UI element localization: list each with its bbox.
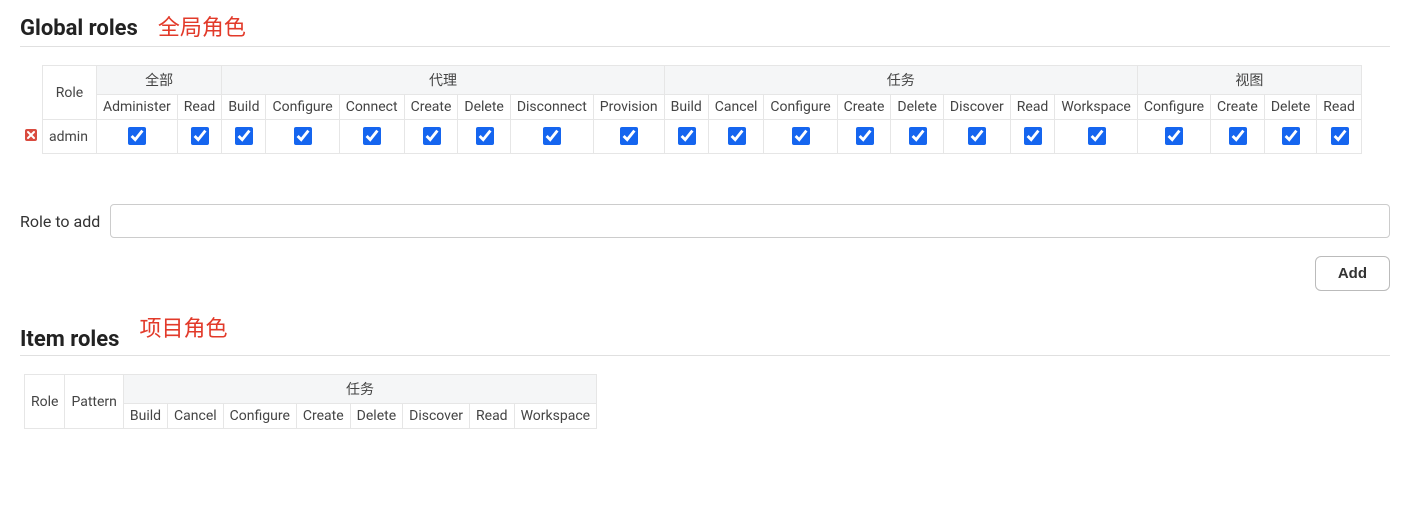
- pattern-column-header: Pattern: [65, 375, 123, 429]
- perm-header: Build: [222, 95, 266, 120]
- perm-cell: [510, 120, 593, 154]
- perm-header: Discover: [403, 404, 470, 429]
- perm-header: Workspace: [514, 404, 597, 429]
- perm-cell: [708, 120, 764, 154]
- perm-header: Create: [837, 95, 891, 120]
- perm-checkbox[interactable]: [476, 127, 494, 145]
- perm-checkbox[interactable]: [856, 127, 874, 145]
- role-to-add-label: Role to add: [20, 212, 100, 231]
- perm-header: Read: [1010, 95, 1055, 120]
- role-column-header: Role: [43, 66, 97, 120]
- perm-header: Provision: [593, 95, 664, 120]
- item-roles-heading: Item roles 项目角色: [20, 321, 1390, 356]
- perm-checkbox[interactable]: [543, 127, 561, 145]
- perm-checkbox[interactable]: [1088, 127, 1106, 145]
- perm-cell: [1264, 120, 1316, 154]
- perm-header: Build: [664, 95, 708, 120]
- perm-header: Disconnect: [510, 95, 593, 120]
- global-roles-table: Role全部代理任务视图AdministerReadBuildConfigure…: [42, 65, 1362, 154]
- perm-cell: [96, 120, 177, 154]
- perm-header: Build: [123, 404, 167, 429]
- perm-cell: [177, 120, 222, 154]
- global-roles-title: Global roles: [20, 16, 138, 41]
- perm-checkbox[interactable]: [1165, 127, 1183, 145]
- perm-cell: [404, 120, 458, 154]
- perm-cell: [1137, 120, 1210, 154]
- perm-header: Read: [1317, 95, 1362, 120]
- perm-checkbox[interactable]: [191, 127, 209, 145]
- perm-header: Read: [177, 95, 222, 120]
- add-role-button[interactable]: Add: [1315, 256, 1390, 291]
- perm-header: Cancel: [708, 95, 764, 120]
- role-to-add-input[interactable]: [110, 204, 1390, 238]
- table-row: admin: [43, 120, 1362, 154]
- global-roles-annotation: 全局角色: [158, 10, 246, 42]
- perm-cell: [1055, 120, 1138, 154]
- perm-header: Read: [470, 404, 515, 429]
- perm-header: Configure: [223, 404, 296, 429]
- perm-cell: [339, 120, 404, 154]
- perm-checkbox[interactable]: [1282, 127, 1300, 145]
- perm-header: Cancel: [168, 404, 224, 429]
- perm-checkbox[interactable]: [128, 127, 146, 145]
- perm-group-header: 代理: [222, 66, 664, 95]
- perm-cell: [943, 120, 1010, 154]
- perm-cell: [837, 120, 891, 154]
- perm-cell: [593, 120, 664, 154]
- item-roles-annotation: 项目角色: [139, 311, 227, 343]
- perm-checkbox[interactable]: [294, 127, 312, 145]
- perm-header: Create: [404, 95, 458, 120]
- perm-checkbox[interactable]: [235, 127, 253, 145]
- item-roles-title: Item roles: [20, 327, 119, 352]
- global-roles-heading: Global roles 全局角色: [20, 10, 1390, 47]
- perm-header: Configure: [266, 95, 339, 120]
- perm-checkbox[interactable]: [728, 127, 746, 145]
- perm-cell: [764, 120, 837, 154]
- item-roles-table: RolePattern任务BuildCancelConfigureCreateD…: [24, 374, 597, 429]
- perm-checkbox[interactable]: [620, 127, 638, 145]
- delete-role-icon[interactable]: [24, 128, 38, 142]
- perm-header: Create: [1211, 95, 1265, 120]
- perm-cell: [1317, 120, 1362, 154]
- perm-checkbox[interactable]: [1331, 127, 1349, 145]
- perm-header: Delete: [891, 95, 943, 120]
- perm-cell: [222, 120, 266, 154]
- perm-header: Delete: [458, 95, 510, 120]
- role-column-header: Role: [25, 375, 65, 429]
- perm-checkbox[interactable]: [678, 127, 696, 145]
- perm-header: Workspace: [1055, 95, 1138, 120]
- perm-header: Discover: [943, 95, 1010, 120]
- perm-checkbox[interactable]: [1024, 127, 1042, 145]
- perm-checkbox[interactable]: [363, 127, 381, 145]
- perm-header: Configure: [764, 95, 837, 120]
- perm-checkbox[interactable]: [792, 127, 810, 145]
- perm-header: Create: [296, 404, 350, 429]
- perm-group-header: 任务: [123, 375, 596, 404]
- perm-cell: [664, 120, 708, 154]
- perm-checkbox[interactable]: [423, 127, 441, 145]
- perm-header: Configure: [1137, 95, 1210, 120]
- perm-checkbox[interactable]: [1229, 127, 1247, 145]
- perm-cell: [1010, 120, 1055, 154]
- perm-group-header: 视图: [1137, 66, 1361, 95]
- perm-header: Delete: [350, 404, 402, 429]
- perm-group-header: 任务: [664, 66, 1137, 95]
- perm-header: Administer: [96, 95, 177, 120]
- perm-cell: [891, 120, 943, 154]
- perm-cell: [1211, 120, 1265, 154]
- perm-checkbox[interactable]: [909, 127, 927, 145]
- perm-header: Delete: [1264, 95, 1316, 120]
- role-name-cell: admin: [43, 120, 97, 154]
- perm-cell: [266, 120, 339, 154]
- perm-header: Connect: [339, 95, 404, 120]
- perm-group-header: 全部: [96, 66, 221, 95]
- perm-cell: [458, 120, 510, 154]
- perm-checkbox[interactable]: [968, 127, 986, 145]
